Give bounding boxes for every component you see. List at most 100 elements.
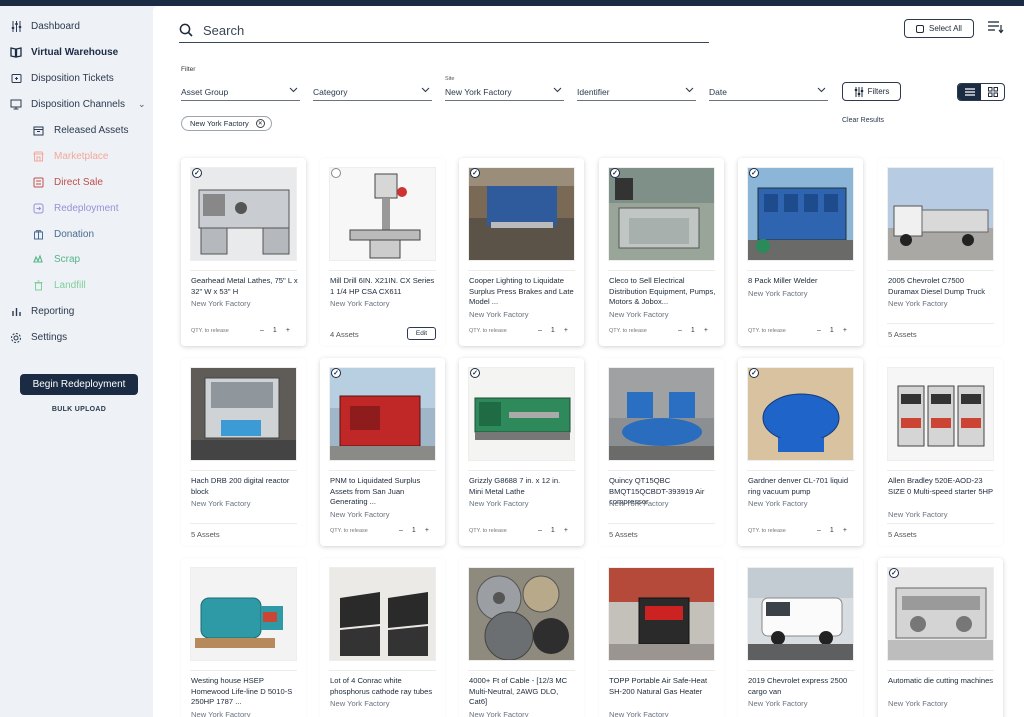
sidebar-item-marketplace[interactable]: Marketplace [0, 143, 153, 169]
asset-card[interactable]: ✓ Gearhead Metal Lathes, 75" L x 32" W x … [181, 158, 306, 346]
ticket-icon [10, 73, 22, 85]
asset-card[interactable]: ✓ Cleco to Sell Electrical Distribution E… [599, 158, 724, 346]
product-image[interactable] [190, 167, 297, 261]
sidebar-item-dashboard[interactable]: Dashboard [0, 14, 153, 40]
list-view-button[interactable] [958, 84, 981, 100]
site-dropdown[interactable]: Site New York Factory [445, 76, 564, 101]
product-image[interactable] [468, 167, 575, 261]
book-icon [10, 47, 22, 59]
plus-icon[interactable]: + [704, 327, 708, 334]
product-image[interactable] [608, 367, 715, 461]
asset-card[interactable]: Allen Bradley 520E-AOD-23 SIZE 0 Multi-s… [878, 358, 1003, 546]
grid-view-button[interactable] [981, 84, 1004, 100]
asset-card[interactable]: 2005 Chevrolet C7500 Duramax Diesel Dump… [878, 158, 1003, 346]
product-image[interactable] [190, 567, 297, 661]
asset-card[interactable]: Westing house HSEP Homewood Life-line D … [181, 558, 306, 717]
qty-value: 1 [411, 527, 416, 534]
plus-icon[interactable]: + [564, 527, 568, 534]
check-icon[interactable]: ✓ [749, 168, 759, 178]
asset-card[interactable]: Lot of 4 Conrac white phosphorus cathode… [320, 558, 445, 717]
asset-title: Grizzly G8688 7 in. x 12 in. Mini Metal … [469, 476, 561, 496]
product-image[interactable] [608, 567, 715, 661]
product-image[interactable] [190, 367, 297, 461]
minus-icon[interactable]: – [538, 327, 542, 334]
product-image[interactable] [887, 367, 994, 461]
check-icon[interactable]: ✓ [192, 168, 202, 178]
bar-chart-icon [10, 306, 22, 318]
asset-card[interactable]: TOPP Portable Air Safe-Heat SH-200 Natur… [599, 558, 724, 717]
check-icon[interactable]: ✓ [331, 368, 341, 378]
product-image[interactable] [747, 567, 854, 661]
check-icon[interactable]: ✓ [470, 168, 480, 178]
asset-title: Cleco to Sell Electrical Distribution Eq… [609, 276, 716, 306]
search-input[interactable] [203, 22, 683, 38]
minus-icon[interactable]: – [817, 327, 821, 334]
product-image[interactable] [329, 167, 436, 261]
asset-card[interactable]: ✓ Cooper Lighting to Liquidate Surplus Pr… [459, 158, 584, 346]
asset-title: 2019 Chevrolet express 2500 cargo van [748, 676, 848, 696]
select-radio[interactable] [331, 168, 341, 178]
product-image[interactable] [747, 167, 854, 261]
plus-icon[interactable]: + [564, 327, 568, 334]
bulk-upload-link[interactable]: BULK UPLOAD [20, 406, 138, 413]
product-image[interactable] [887, 167, 994, 261]
donation-icon [32, 228, 44, 240]
sidebar-item-released-assets[interactable]: Released Assets [0, 118, 153, 144]
edit-button[interactable]: Edit [407, 327, 436, 340]
minus-icon[interactable]: – [399, 527, 403, 534]
plus-icon[interactable]: + [286, 327, 290, 334]
asset-card[interactable]: Mill Drill 6IN. X21IN. CX Series 1 1/4 H… [320, 158, 445, 346]
filter-chip[interactable]: New York Factory ✕ [181, 116, 272, 131]
minus-icon[interactable]: – [817, 527, 821, 534]
date-dropdown[interactable]: Date [709, 84, 828, 101]
asset-card[interactable]: Hach DRB 200 digital reactor block New Yo… [181, 358, 306, 546]
sidebar-item-donation[interactable]: Donation [0, 221, 153, 247]
product-image-drawing [330, 368, 435, 460]
product-image[interactable] [468, 367, 575, 461]
asset-location: New York Factory [191, 709, 251, 717]
minus-icon[interactable]: – [678, 327, 682, 334]
product-image[interactable] [468, 567, 575, 661]
product-image[interactable] [329, 567, 436, 661]
chevron-down-icon[interactable]: ⌄ [138, 99, 146, 110]
sidebar-item-disposition-channels[interactable]: Disposition Channels ⌄ [0, 92, 153, 118]
category-dropdown[interactable]: Category [313, 84, 432, 101]
minus-icon[interactable]: – [260, 327, 264, 334]
sidebar-item-disposition-tickets[interactable]: Disposition Tickets [0, 66, 153, 92]
sidebar-item-scrap[interactable]: Scrap [0, 247, 153, 273]
asset-card[interactable]: 2019 Chevrolet express 2500 cargo van New… [738, 558, 863, 717]
identifier-dropdown[interactable]: Identifier [577, 84, 696, 101]
asset-card[interactable]: Quincy QT15QBC BMQT15QCBDT-393919 Air co… [599, 358, 724, 546]
check-icon[interactable]: ✓ [610, 168, 620, 178]
check-icon[interactable]: ✓ [889, 568, 899, 578]
close-icon[interactable]: ✕ [255, 119, 265, 128]
product-image[interactable] [887, 567, 994, 661]
asset-card[interactable]: 4000+ Ft of Cable - [12/3 MC Multi-Neutr… [459, 558, 584, 717]
sidebar-item-virtual-warehouse[interactable]: Virtual Warehouse [0, 40, 153, 66]
minus-icon[interactable]: – [538, 527, 542, 534]
product-image[interactable] [329, 367, 436, 461]
filters-button[interactable]: Filters [842, 82, 901, 101]
sidebar-item-reporting[interactable]: Reporting [0, 299, 153, 325]
sidebar-item-settings[interactable]: Settings [0, 325, 153, 351]
check-icon[interactable]: ✓ [749, 368, 759, 378]
plus-icon[interactable]: + [843, 327, 847, 334]
asset-card[interactable]: ✓ Gardner denver CL-701 liquid ring vacuu… [738, 358, 863, 546]
sort-icon[interactable] [987, 20, 1005, 34]
plus-icon[interactable]: + [425, 527, 429, 534]
sidebar-item-redeployment[interactable]: Redeployment [0, 195, 153, 221]
clear-results-link[interactable]: Clear Results [842, 117, 884, 124]
product-image[interactable] [608, 167, 715, 261]
plus-icon[interactable]: + [843, 527, 847, 534]
check-icon[interactable]: ✓ [470, 368, 480, 378]
asset-card[interactable]: ✓ Grizzly G8688 7 in. x 12 in. Mini Metal… [459, 358, 584, 546]
asset-card[interactable]: ✓ PNM to Liquidated Surplus Assets from S… [320, 358, 445, 546]
asset-card[interactable]: ✓ Automatic die cutting machines New York … [878, 558, 1003, 717]
select-all-button[interactable]: Select All [904, 19, 974, 38]
product-image[interactable] [747, 367, 854, 461]
asset-group-dropdown[interactable]: Asset Group [181, 84, 300, 101]
sidebar-item-direct-sale[interactable]: Direct Sale [0, 169, 153, 195]
begin-redeployment-button[interactable]: Begin Redeployment [20, 374, 138, 395]
sidebar-item-landfill[interactable]: Landfill [0, 273, 153, 299]
asset-card[interactable]: ✓ 8 Pack Miller Welder New York Factory QTY… [738, 158, 863, 346]
